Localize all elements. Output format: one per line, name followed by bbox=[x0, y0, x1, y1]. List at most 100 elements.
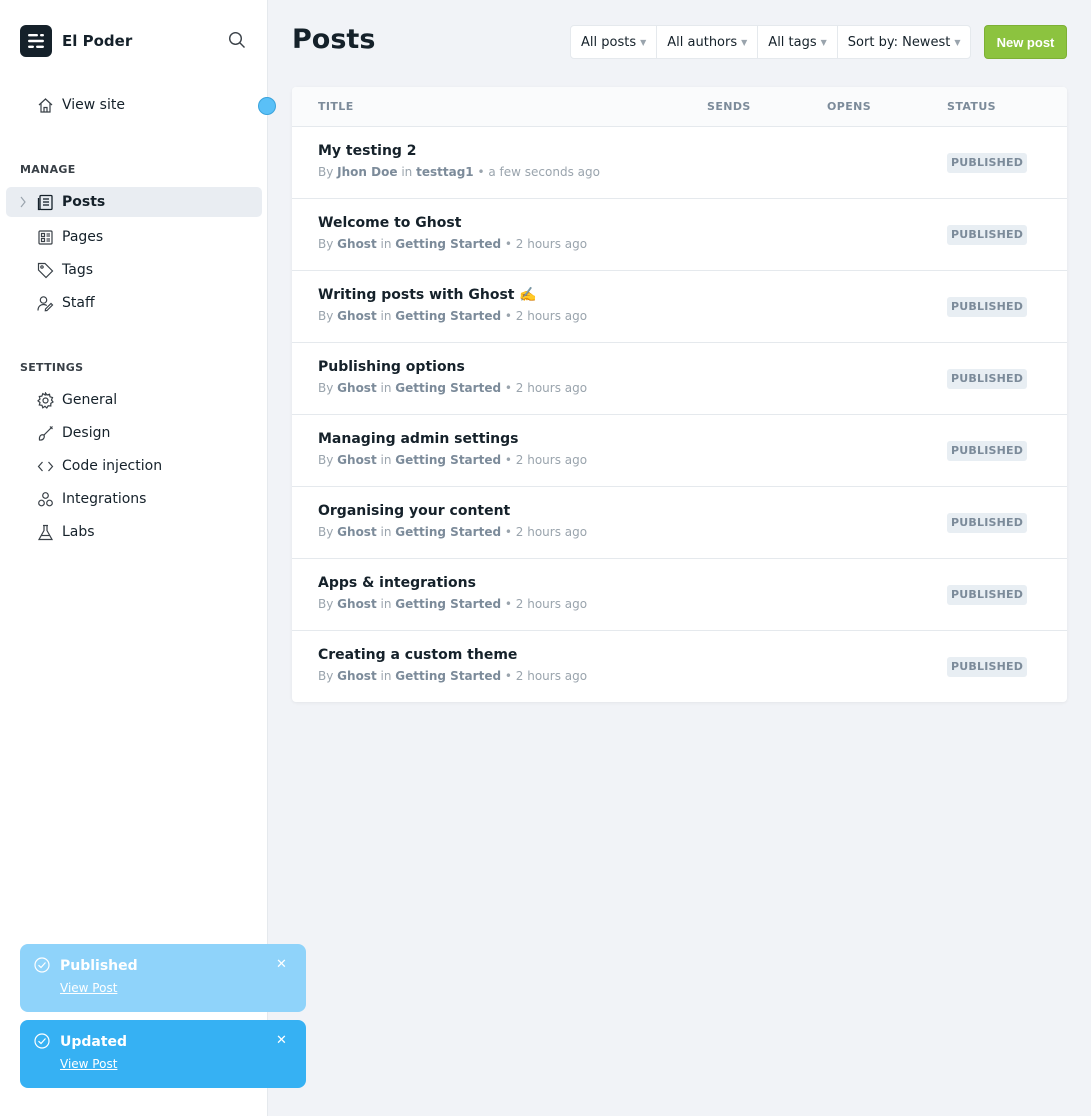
sidebar-item-tags[interactable]: Tags bbox=[6, 255, 262, 285]
table-header: TITLE SENDS OPENS STATUS bbox=[292, 87, 1067, 127]
filter-posts-dropdown[interactable]: All posts ▼ bbox=[571, 26, 658, 58]
post-author: Ghost bbox=[337, 669, 377, 683]
post-title: Publishing options bbox=[318, 359, 465, 375]
home-icon bbox=[36, 96, 54, 114]
check-circle-icon bbox=[34, 1033, 50, 1053]
post-author: Ghost bbox=[337, 381, 377, 395]
post-tag: Getting Started bbox=[395, 237, 502, 251]
chevron-down-icon: ▼ bbox=[640, 37, 647, 47]
view-post-link[interactable]: View Post bbox=[60, 1057, 117, 1071]
integrations-icon bbox=[36, 490, 54, 508]
staff-icon bbox=[36, 294, 54, 312]
close-icon[interactable]: ✕ bbox=[276, 1033, 287, 1048]
status-badge: PUBLISHED bbox=[947, 369, 1028, 389]
check-circle-icon bbox=[34, 957, 50, 977]
filter-tags-dropdown[interactable]: All tags ▼ bbox=[758, 26, 838, 58]
close-icon[interactable]: ✕ bbox=[276, 957, 287, 972]
post-tag: Getting Started bbox=[395, 525, 502, 539]
sidebar-item-posts[interactable]: Posts bbox=[6, 187, 262, 217]
post-meta: By Ghost in Getting Started • 2 hours ag… bbox=[318, 453, 588, 467]
status-badge: PUBLISHED bbox=[947, 513, 1028, 533]
gear-icon bbox=[36, 391, 54, 409]
filter-label: All posts bbox=[581, 34, 637, 50]
post-tag: testtag1 bbox=[416, 165, 474, 179]
post-title: Apps & integrations bbox=[318, 575, 476, 591]
settings-section-title: SETTINGS bbox=[20, 361, 84, 374]
flask-icon bbox=[36, 523, 54, 541]
sidebar-item-integrations[interactable]: Integrations bbox=[6, 484, 262, 514]
post-meta: By Ghost in Getting Started • 2 hours ag… bbox=[318, 237, 588, 251]
tag-icon bbox=[36, 261, 54, 279]
sort-dropdown[interactable]: Sort by: Newest ▼ bbox=[838, 26, 971, 58]
filter-authors-dropdown[interactable]: All authors ▼ bbox=[657, 26, 759, 58]
post-time: • 2 hours ago bbox=[504, 453, 588, 467]
post-author: Ghost bbox=[337, 453, 377, 467]
sidebar-item-labs[interactable]: Labs bbox=[6, 517, 262, 547]
brush-icon bbox=[36, 424, 54, 442]
status-dot[interactable] bbox=[258, 97, 276, 115]
table-row[interactable]: Apps & integrations By Ghost in Getting … bbox=[292, 559, 1067, 631]
filter-bar: All posts ▼ All authors ▼ All tags ▼ Sort b… bbox=[570, 25, 972, 59]
search-icon[interactable] bbox=[228, 31, 248, 51]
table-row[interactable]: Creating a custom theme By Ghost in Gett… bbox=[292, 631, 1067, 703]
post-title: Welcome to Ghost bbox=[318, 215, 462, 231]
table-row[interactable]: My testing 2 By Jhon Doe in testtag1 • a… bbox=[292, 127, 1067, 199]
sidebar-item-label: Labs bbox=[62, 524, 95, 540]
sidebar-item-label: Posts bbox=[62, 194, 106, 210]
post-author: Jhon Doe bbox=[337, 165, 398, 179]
status-badge: PUBLISHED bbox=[947, 225, 1028, 245]
sidebar-item-label: Code injection bbox=[62, 458, 163, 474]
post-time: • 2 hours ago bbox=[504, 309, 588, 323]
post-author: Ghost bbox=[337, 309, 377, 323]
table-row[interactable]: Welcome to Ghost By Ghost in Getting Sta… bbox=[292, 199, 1067, 271]
post-title: Organising your content bbox=[318, 503, 511, 519]
post-tag: Getting Started bbox=[395, 669, 502, 683]
table-row[interactable]: Organising your content By Ghost in Gett… bbox=[292, 487, 1067, 559]
chevron-down-icon: ▼ bbox=[820, 37, 827, 47]
post-time: • 2 hours ago bbox=[504, 381, 588, 395]
sidebar-item-label: Tags bbox=[62, 262, 93, 278]
posts-table: TITLE SENDS OPENS STATUS My testing 2 By… bbox=[292, 87, 1067, 702]
post-time: • 2 hours ago bbox=[504, 597, 588, 611]
view-post-link[interactable]: View Post bbox=[60, 981, 117, 995]
sidebar-item-design[interactable]: Design bbox=[6, 418, 262, 448]
post-tag: Getting Started bbox=[395, 381, 502, 395]
column-status: STATUS bbox=[947, 100, 996, 113]
chevron-right-icon[interactable] bbox=[19, 196, 27, 212]
sidebar-item-code-injection[interactable]: Code injection bbox=[6, 451, 262, 481]
brand-name: El Poder bbox=[62, 32, 133, 50]
post-title: My testing 2 bbox=[318, 143, 417, 159]
column-title: TITLE bbox=[318, 100, 354, 113]
table-row[interactable]: Managing admin settings By Ghost in Gett… bbox=[292, 415, 1067, 487]
posts-icon bbox=[36, 193, 54, 211]
code-icon bbox=[36, 457, 54, 475]
post-tag: Getting Started bbox=[395, 309, 502, 323]
post-meta: By Ghost in Getting Started • 2 hours ag… bbox=[318, 597, 588, 611]
sidebar-item-general[interactable]: General bbox=[6, 385, 262, 415]
table-row[interactable]: Writing posts with Ghost ✍️ By Ghost in … bbox=[292, 271, 1067, 343]
status-badge: PUBLISHED bbox=[947, 585, 1028, 605]
column-opens: OPENS bbox=[827, 100, 872, 113]
sidebar-item-label: Pages bbox=[62, 229, 104, 245]
sidebar-item-pages[interactable]: Pages bbox=[6, 222, 262, 252]
brand-logo-icon bbox=[20, 25, 52, 57]
post-tag: Getting Started bbox=[395, 597, 502, 611]
status-badge: PUBLISHED bbox=[947, 297, 1028, 317]
view-site-link[interactable]: View site bbox=[36, 94, 125, 116]
brand[interactable]: El Poder bbox=[20, 25, 132, 57]
status-badge: PUBLISHED bbox=[947, 153, 1028, 173]
sidebar-item-label: Integrations bbox=[62, 491, 147, 507]
post-author: Ghost bbox=[337, 597, 377, 611]
post-meta: By Ghost in Getting Started • 2 hours ag… bbox=[318, 309, 588, 323]
post-time: • 2 hours ago bbox=[504, 669, 588, 683]
filter-label: All authors bbox=[667, 34, 738, 50]
sidebar-item-staff[interactable]: Staff bbox=[6, 288, 262, 318]
toast-title: Published bbox=[60, 958, 138, 974]
filter-label: All tags bbox=[768, 34, 817, 50]
new-post-button[interactable]: New post bbox=[984, 25, 1067, 59]
post-time: • 2 hours ago bbox=[504, 237, 588, 251]
status-badge: PUBLISHED bbox=[947, 441, 1028, 461]
table-row[interactable]: Publishing options By Ghost in Getting S… bbox=[292, 343, 1067, 415]
post-title: Managing admin settings bbox=[318, 431, 519, 447]
sidebar-item-label: Design bbox=[62, 425, 111, 441]
